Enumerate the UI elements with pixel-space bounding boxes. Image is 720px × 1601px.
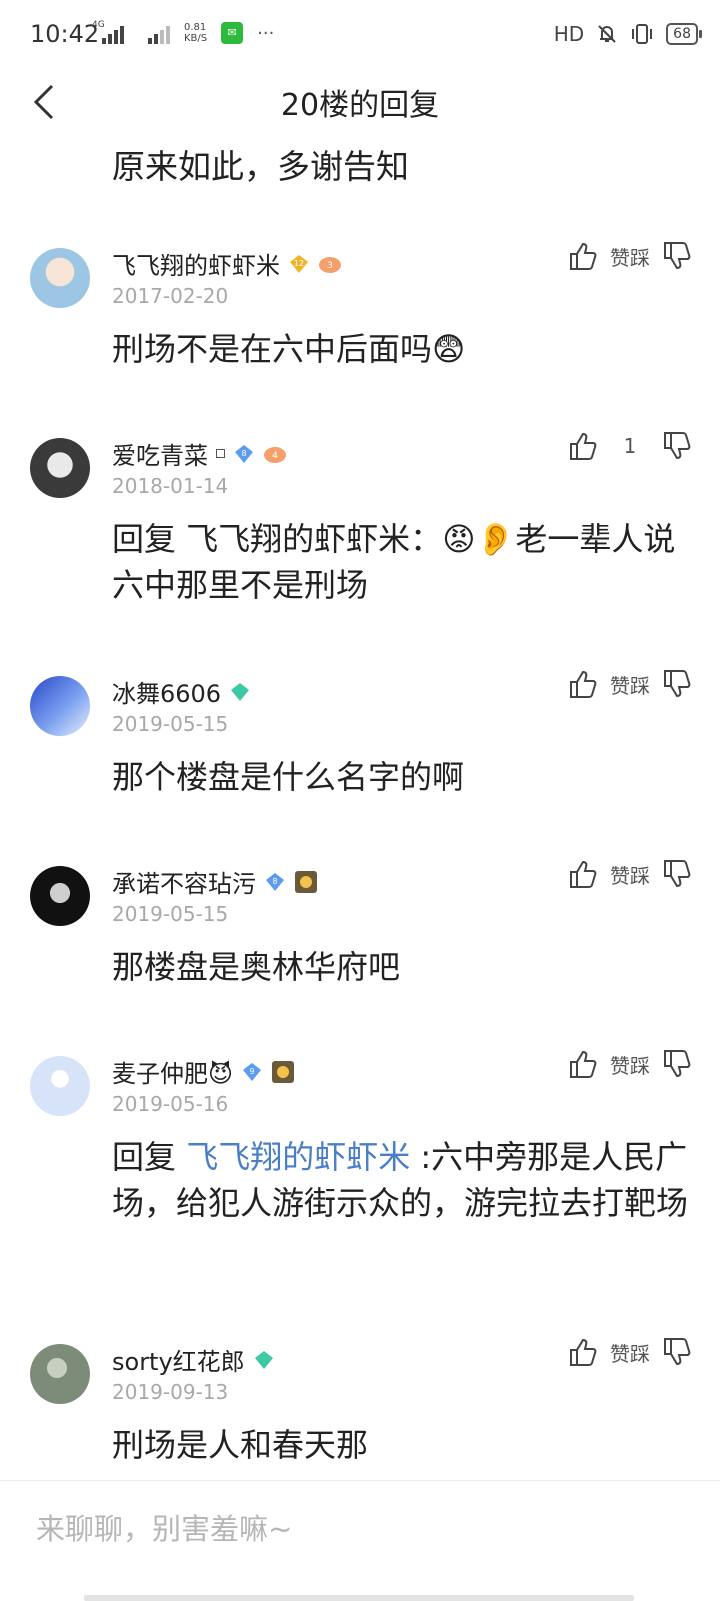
sun-badge-icon (272, 1060, 295, 1083)
reply-input[interactable] (34, 1511, 678, 1547)
signal-icon-2 (138, 24, 170, 44)
like-count: 1 (623, 434, 637, 458)
thumbs-down-icon[interactable] (662, 430, 692, 462)
thumbs-down-icon[interactable] (662, 668, 692, 700)
thumbs-up-icon[interactable] (568, 1336, 598, 1368)
username[interactable]: 承诺不容玷污 (112, 864, 256, 899)
svg-text:4: 4 (272, 451, 278, 461)
username[interactable]: 飞飞翔的虾虾米 (112, 246, 280, 281)
comment-date: 2018-01-14 (112, 474, 229, 498)
thumbs-up-icon[interactable] (568, 430, 598, 462)
level-badge-icon (231, 682, 250, 701)
signal-icon: 4G (92, 20, 124, 44)
level-badge-icon (254, 1350, 273, 1369)
more-notifications-icon: ··· (257, 23, 275, 44)
gamepad-badge-icon: 4 (264, 446, 286, 463)
avatar[interactable] (30, 866, 90, 926)
svg-text:9: 9 (249, 1067, 254, 1076)
svg-text:8: 8 (272, 877, 277, 886)
bottom-divider (84, 1595, 634, 1601)
thumbs-up-icon[interactable] (568, 1048, 598, 1080)
battery-icon: 68 (666, 23, 702, 45)
username-row: 冰舞6606 (112, 674, 251, 709)
thumbs-down-icon[interactable] (662, 240, 692, 272)
vote-label: 赞踩 (610, 673, 650, 698)
hd-indicator: HD (553, 22, 585, 46)
username[interactable]: 冰舞6606 (112, 674, 221, 709)
mention-link[interactable]: 飞飞翔的虾虾米 (186, 1138, 410, 1176)
vote-actions: 1 (568, 430, 692, 462)
username-row: 承诺不容玷污 8 (112, 864, 318, 899)
network-speed: 0.81 KB/S (184, 22, 208, 44)
header: 20楼的回复 (0, 72, 720, 128)
comment-content: 刑场是人和春天那 (112, 1426, 369, 1464)
vote-label: 赞踩 (610, 245, 650, 270)
emoji: 😡👂 (442, 520, 516, 558)
username[interactable]: sorty红花郎 (112, 1342, 245, 1377)
mute-icon (598, 25, 616, 43)
username-row: 麦子仲肥😈 9 (112, 1054, 295, 1089)
comment-date: 2019-05-16 (112, 1092, 229, 1116)
thumbs-up-icon[interactable] (568, 858, 598, 890)
vote-label: 赞踩 (610, 863, 650, 888)
vote-actions: 赞踩 (568, 858, 692, 890)
svg-text:8: 8 (241, 449, 246, 458)
comment-date: 2019-05-15 (112, 902, 229, 926)
username-row: 飞飞翔的虾虾米 12 3 (112, 246, 342, 281)
thumbs-down-icon[interactable] (662, 1336, 692, 1368)
network-indicators: 4G 0.81 KB/S ✉ ··· (92, 20, 275, 44)
status-bar: 10:42 4G 0.81 KB/S ✉ ··· HD 68 (0, 0, 720, 72)
level-badge-icon: 12 (290, 254, 308, 273)
svg-text:12: 12 (294, 259, 304, 268)
gamepad-badge-icon: 3 (319, 256, 341, 273)
level-badge-icon: 9 (243, 1062, 262, 1081)
vote-label: 赞踩 (610, 1053, 650, 1078)
avatar[interactable] (30, 248, 90, 308)
avatar[interactable] (30, 676, 90, 736)
vote-actions: 赞踩 (568, 1048, 692, 1080)
thumbs-down-icon[interactable] (662, 1048, 692, 1080)
comment-date: 2019-05-15 (112, 712, 229, 736)
page-title: 20楼的回复 (280, 88, 440, 123)
thumbs-down-icon[interactable] (662, 858, 692, 890)
username-row: sorty红花郎 (112, 1342, 275, 1377)
level-badge-icon: 8 (266, 872, 284, 891)
emoji: 😨 (432, 330, 466, 368)
username[interactable]: 爱吃青菜 (112, 436, 208, 471)
thumbs-up-icon[interactable] (568, 668, 598, 700)
vibrate-icon (632, 24, 653, 44)
status-time: 10:42 (30, 20, 100, 48)
thumbs-up-icon[interactable] (568, 240, 598, 272)
comment-content: 那个楼盘是什么名字的啊 (112, 758, 465, 796)
avatar[interactable] (30, 1056, 90, 1116)
avatar[interactable] (30, 1344, 90, 1404)
username[interactable]: 麦子仲肥😈 (112, 1054, 233, 1089)
svg-text:3: 3 (327, 261, 333, 271)
status-right: HD 68 (553, 22, 702, 46)
wechat-icon: ✉ (221, 22, 244, 44)
vote-label: 赞踩 (610, 1341, 650, 1366)
reply-input-bar (0, 1480, 720, 1601)
floor-content: 原来如此，多谢告知 (112, 147, 409, 186)
comment-date: 2019-09-13 (112, 1380, 229, 1404)
comment-content: 回复 飞飞翔的虾虾米：😡👂老一辈人说六中那里不是刑场 (112, 520, 676, 604)
avatar[interactable] (30, 438, 90, 498)
level-badge-icon: 8 (235, 444, 253, 463)
vote-actions: 赞踩 (568, 240, 692, 272)
username-row: 爱吃青菜 8 4 (112, 436, 287, 471)
comment-content: 回复 飞飞翔的虾虾米 :六中旁那是人民广场，给犯人游街示众的，游完拉去打靶场 (112, 1138, 689, 1222)
comment-content: 那楼盘是奥林华府吧 (112, 948, 401, 986)
comment-date: 2017-02-20 (112, 284, 229, 308)
comment-content: 刑场不是在六中后面吗😨 (112, 330, 466, 368)
vote-actions: 赞踩 (568, 1336, 692, 1368)
vote-actions: 赞踩 (568, 668, 692, 700)
sun-badge-icon (295, 870, 317, 893)
